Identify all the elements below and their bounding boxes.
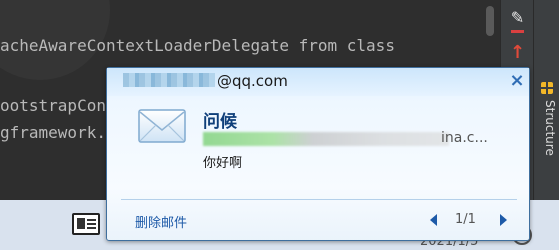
- code-line: gframework.: [0, 123, 106, 142]
- divider: [121, 199, 517, 200]
- mail-subject[interactable]: 问候: [203, 107, 237, 132]
- news-icon[interactable]: [72, 213, 100, 235]
- up-arrow-icon[interactable]: ↑: [501, 42, 534, 63]
- structure-tab-label: Structure: [543, 100, 557, 156]
- next-arrow-icon[interactable]: [500, 214, 507, 226]
- editor-scrollbar[interactable]: [486, 6, 494, 36]
- delete-mail-link[interactable]: 删除邮件: [135, 212, 187, 231]
- mail-envelope-icon: [138, 109, 186, 143]
- code-line: ootstrapCon: [0, 96, 106, 115]
- structure-tool-window-tab[interactable]: Structure: [533, 0, 559, 200]
- mail-from-line: ina.c...: [203, 130, 519, 147]
- sender-domain: @qq.com: [217, 72, 288, 90]
- structure-icon: [541, 82, 553, 94]
- previous-arrow-icon[interactable]: [430, 214, 437, 226]
- pager-count: 1/1: [455, 212, 476, 227]
- redacted-sender: [123, 73, 215, 87]
- mail-notification-popup: @qq.com × 问候 ina.c... 你好啊 删除邮件 1/1: [106, 67, 530, 241]
- from-tail: ina.c...: [441, 130, 488, 146]
- code-line: acheAwareContextLoaderDelegate from clas…: [0, 36, 395, 55]
- redacted-from: [203, 132, 449, 146]
- mail-preview-text: 你好啊: [203, 156, 243, 171]
- close-button[interactable]: ×: [509, 72, 525, 90]
- sender-address: @qq.com: [123, 72, 288, 90]
- pencil-icon[interactable]: ✎: [501, 8, 534, 33]
